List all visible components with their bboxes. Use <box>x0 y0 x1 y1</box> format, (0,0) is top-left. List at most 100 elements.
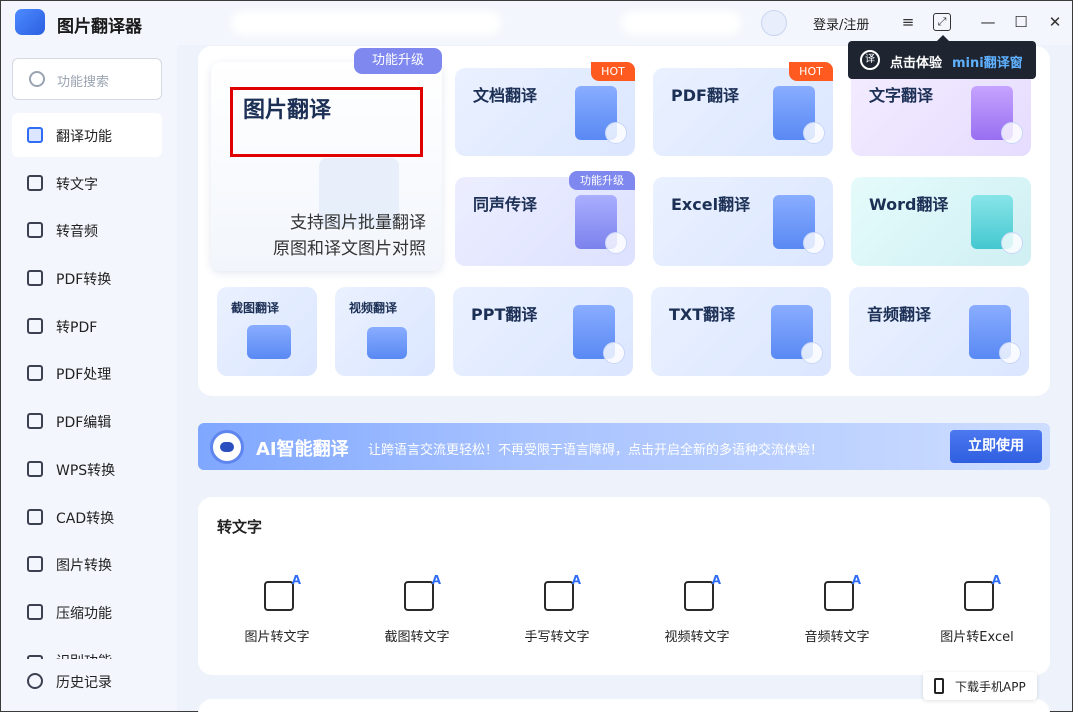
sidebar-item-image-convert[interactable]: 图片转换 <box>12 542 162 586</box>
doc-translate-tile[interactable]: HOT 文档翻译 <box>455 62 635 156</box>
tooltip-text: 点击体验 <box>890 56 943 71</box>
swap-icon <box>603 342 625 364</box>
ppt-translate-tile[interactable]: PPT翻译 <box>453 287 633 376</box>
download-app-button[interactable]: 下载手机APP <box>923 672 1037 700</box>
sidebar-item-to-audio[interactable]: 转音频 <box>12 208 162 252</box>
image-icon <box>27 556 43 572</box>
cad-icon <box>27 509 43 525</box>
sidebar-item-cad[interactable]: CAD转换 <box>12 495 162 539</box>
use-now-button[interactable]: 立即使用 <box>950 430 1042 463</box>
sidebar-item-compress[interactable]: 压缩功能 <box>12 590 162 634</box>
tool-screenshot-to-text[interactable]: 截图转文字 <box>362 573 472 651</box>
to-text-card: 转文字 图片转文字 截图转文字 手写转文字 视频转文字 音频转文字 图片转Exc… <box>198 497 1050 675</box>
swap-icon <box>1001 122 1023 144</box>
tool-label: 图片转文字 <box>244 630 310 645</box>
handwriting-icon <box>544 573 581 611</box>
video-translate-tile[interactable]: 视频翻译 <box>335 287 435 376</box>
mini-window-tooltip[interactable]: 译 点击体验 mini翻译窗 <box>848 41 1036 79</box>
tool-image-to-excel[interactable]: 图片转Excel <box>922 573 1032 651</box>
minimize-button[interactable]: — <box>979 13 997 31</box>
video-icon <box>367 327 407 359</box>
audio-text-icon <box>824 573 861 611</box>
highlight-box <box>230 87 423 157</box>
image-text-icon <box>264 573 301 611</box>
banner-title: AI智能翻译 <box>256 439 349 460</box>
screenshot-translate-tile[interactable]: 截图翻译 <box>217 287 317 376</box>
refresh-icon <box>605 122 627 144</box>
sidebar-item-pdf-process[interactable]: PDF处理 <box>12 351 162 395</box>
tile-title: 截图翻译 <box>231 301 280 315</box>
sidebar-item-label: 转音频 <box>56 224 98 240</box>
tile-title: PDF翻译 <box>671 86 739 105</box>
sidebar-item-label: 压缩功能 <box>56 606 112 622</box>
tile-title: TXT翻译 <box>669 305 736 324</box>
tool-label: 图片转Excel <box>940 630 1014 645</box>
sidebar-item-label: PDF转换 <box>56 272 112 288</box>
pdf-process-icon <box>27 365 43 381</box>
sidebar-item-label: 转文字 <box>56 177 98 193</box>
hot-badge: HOT <box>789 62 833 81</box>
sidebar-item-label: CAD转换 <box>56 511 115 527</box>
blurred-area <box>231 11 501 35</box>
mini-window-icon[interactable]: ⤢ <box>933 13 951 31</box>
swap-icon <box>1001 232 1023 254</box>
screenshot-icon <box>247 325 291 359</box>
tooltip-highlight: mini翻译窗 <box>952 56 1023 71</box>
sidebar-item-label: PDF处理 <box>56 367 112 383</box>
text-icon <box>27 175 43 191</box>
sidebar-item-history[interactable]: 历史记录 <box>12 659 162 703</box>
sidebar-item-to-pdf[interactable]: 转PDF <box>12 304 162 348</box>
upgrade-badge: 功能升级 <box>354 48 442 74</box>
txt-translate-tile[interactable]: TXT翻译 <box>651 287 831 376</box>
tool-handwriting-to-text[interactable]: 手写转文字 <box>502 573 612 651</box>
to-pdf-icon <box>27 318 43 334</box>
tile-title: Excel翻译 <box>671 195 751 214</box>
text-translate-tile[interactable]: 文字翻译 <box>851 68 1031 156</box>
excel-translate-tile[interactable]: Excel翻译 <box>653 177 833 266</box>
search-input[interactable]: 功能搜索 <box>12 58 162 100</box>
word-translate-tile[interactable]: Word翻译 <box>851 177 1031 266</box>
swap-icon <box>801 342 823 364</box>
app-logo-icon <box>15 9 45 35</box>
upgrade-badge: 功能升级 <box>569 171 635 190</box>
login-register-link[interactable]: 登录/注册 <box>813 14 869 33</box>
tool-label: 截图转文字 <box>384 630 450 645</box>
tile-title: Word翻译 <box>869 195 949 214</box>
sidebar-item-to-text[interactable]: 转文字 <box>12 161 162 205</box>
audio-translate-tile[interactable]: 音频翻译 <box>849 287 1029 376</box>
tile-title: PPT翻译 <box>471 305 538 324</box>
audio-icon <box>27 222 43 238</box>
tool-label: 音频转文字 <box>804 630 870 645</box>
translate-icon <box>27 127 43 143</box>
app-title: 图片翻译器 <box>57 17 142 37</box>
download-label: 下载手机APP <box>955 680 1026 694</box>
tool-audio-to-text[interactable]: 音频转文字 <box>782 573 892 651</box>
image-excel-icon <box>964 573 1001 611</box>
sidebar-item-pdf-edit[interactable]: PDF编辑 <box>12 399 162 443</box>
maximize-button[interactable]: ☐ <box>1012 13 1030 31</box>
tool-video-to-text[interactable]: 视频转文字 <box>642 573 752 651</box>
user-avatar[interactable] <box>761 10 787 36</box>
tile-title: 音频翻译 <box>867 305 932 324</box>
next-card <box>198 699 1050 712</box>
translate-icon: 译 <box>860 50 880 70</box>
sidebar-item-label: 历史记录 <box>56 675 112 691</box>
sound-icon <box>605 232 627 254</box>
ai-translate-banner[interactable]: AI智能翻译 让跨语言交流更轻松！不再受限于语言障碍，点击开启全新的多语种交流体… <box>198 423 1050 470</box>
pdf-icon <box>27 270 43 286</box>
phone-icon <box>934 678 944 694</box>
tile-desc: 支持图片批量翻译 <box>290 213 426 233</box>
hot-badge: HOT <box>591 62 635 81</box>
video-text-icon <box>684 573 721 611</box>
pdf-translate-tile[interactable]: HOT PDF翻译 <box>653 62 833 156</box>
close-button[interactable]: ✕ <box>1046 13 1064 31</box>
tool-label: 视频转文字 <box>664 630 730 645</box>
sidebar-item-wps[interactable]: WPS转换 <box>12 447 162 491</box>
sidebar-item-translate[interactable]: 翻译功能 <box>12 113 162 157</box>
sidebar-item-pdf-convert[interactable]: PDF转换 <box>12 256 162 300</box>
tool-image-to-text[interactable]: 图片转文字 <box>222 573 332 651</box>
sidebar-item-label: 图片转换 <box>56 558 112 574</box>
simultaneous-translate-tile[interactable]: 功能升级 同声传译 <box>455 171 635 266</box>
menu-icon[interactable]: ≡ <box>899 13 917 31</box>
sidebar-item-label: WPS转换 <box>56 463 116 479</box>
